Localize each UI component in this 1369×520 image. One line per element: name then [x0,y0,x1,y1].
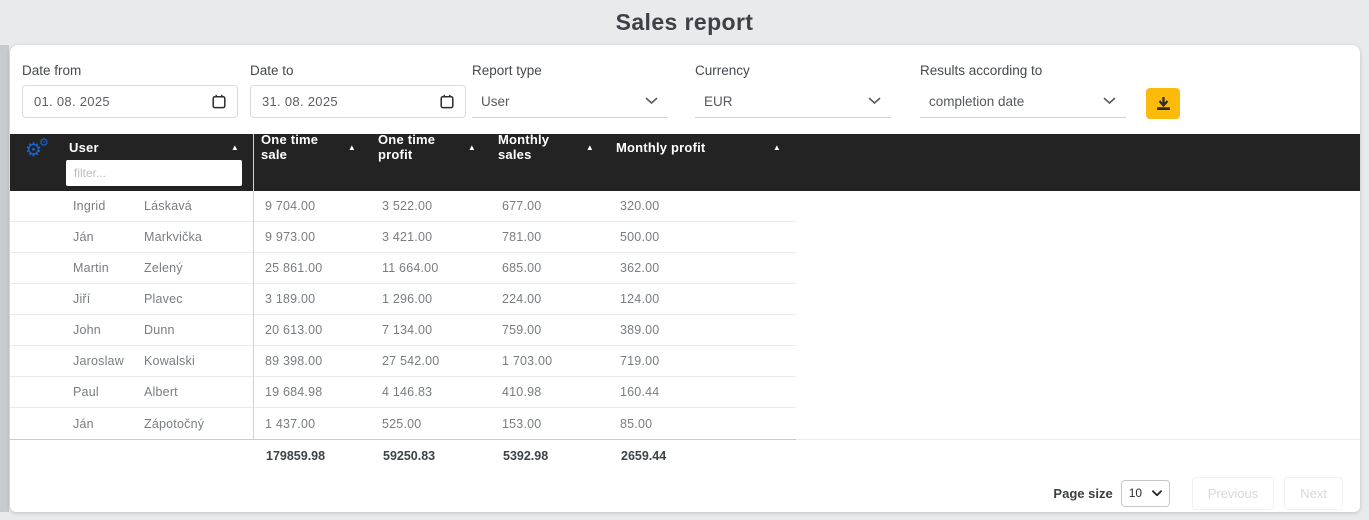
chevron-down-icon [1151,489,1162,496]
total-monthly-sales: 5392.98 [503,449,549,463]
page-size-value: 10 [1128,486,1143,500]
table-row: Jiří Plavec 3 189.00 1 296.00 224.00 124.… [10,284,796,315]
sort-asc-icon: ▲ [467,142,476,152]
user-filter-input[interactable] [66,160,242,186]
next-button[interactable]: Next [1284,476,1343,510]
report-type-label: Report type [472,63,542,78]
table-row: Ján Markvička 9 973.00 3 421.00 781.00 50… [10,222,796,253]
page-size-select[interactable]: 10 [1120,479,1170,507]
currency-label: Currency [695,63,750,78]
date-from-field: Date from 01. 08. 2025 [22,63,238,118]
header-monthly-profit[interactable]: Monthly profit ▲ [608,134,795,160]
previous-button[interactable]: Previous [1191,476,1275,510]
sort-asc-icon: ▲ [772,142,781,152]
scrollbar-strip[interactable] [0,45,9,512]
table-row: Martin Zelený 25 861.00 11 664.00 685.00 … [10,253,796,284]
date-to-input[interactable]: 31. 08. 2025 [250,85,466,118]
chevron-down-icon [645,97,658,104]
header-user[interactable]: User ▲ [66,134,253,160]
filters-bar: Date from 01. 08. 2025 Date to 31. 08. 2… [10,45,1360,134]
sort-asc-icon: ▲ [347,142,356,152]
gears-icon[interactable]: ⚙ ⚙ [25,138,49,161]
header-one-time-profit[interactable]: One time profit ▲ [370,132,490,162]
total-monthly-profit: 2659.44 [621,449,667,463]
sort-asc-icon: ▲ [585,142,594,152]
header-one-time-sale[interactable]: One time sale ▲ [253,132,370,162]
download-button[interactable] [1146,88,1180,119]
results-according-field: Results according to completion date [920,63,1126,118]
table-row: John Dunn 20 613.00 7 134.00 759.00 389.0… [10,315,796,346]
table-row: Jaroslaw Kowalski 89 398.00 27 542.00 1 7… [10,346,796,377]
table-body: Ingrid Láskavá 9 704.00 3 522.00 677.00 3… [10,191,796,440]
results-according-select[interactable]: completion date [920,85,1126,118]
table-row: Ingrid Láskavá 9 704.00 3 522.00 677.00 3… [10,191,796,222]
page-title: Sales report [615,9,754,35]
totals-row: 179859.98 59250.83 5392.98 2659.44 [10,439,1360,472]
chevron-down-icon [1103,97,1116,104]
chevron-down-icon [868,97,881,104]
date-to-value: 31. 08. 2025 [262,94,338,109]
report-type-field: Report type User [472,63,668,118]
date-to-field: Date to 31. 08. 2025 [250,63,466,118]
total-one-time-profit: 59250.83 [383,449,436,463]
column-separator [253,191,254,439]
currency-field: Currency EUR [695,63,891,118]
pagination: Page size 10 Previous Next [1053,476,1343,510]
sort-asc-icon: ▲ [230,142,239,152]
date-from-label: Date from [22,63,82,78]
date-from-value: 01. 08. 2025 [34,94,110,109]
column-separator [253,134,254,191]
report-type-value: User [481,93,510,109]
user-filter-cell [66,160,253,191]
table-row: Paul Albert 19 684.98 4 146.83 410.98 160… [10,377,796,408]
report-card: Date from 01. 08. 2025 Date to 31. 08. 2… [10,45,1360,512]
total-one-time-sale: 179859.98 [266,449,326,463]
header-monthly-sales[interactable]: Monthly sales ▲ [490,132,608,162]
page-size-label: Page size [1053,485,1113,501]
download-icon [1156,97,1170,110]
date-to-label: Date to [250,63,294,78]
table-header: ⚙ ⚙ User ▲ One time sale ▲ One time profi… [10,132,1360,191]
column-settings-cell: ⚙ ⚙ [10,134,66,191]
calendar-icon[interactable] [440,94,454,109]
currency-select[interactable]: EUR [695,85,891,118]
currency-value: EUR [704,93,733,109]
table-row: Ján Zápotočný 1 437.00 525.00 153.00 85.0… [73,416,653,431]
page-header: Sales report [0,0,1369,45]
results-according-value: completion date [929,93,1025,109]
date-from-input[interactable]: 01. 08. 2025 [22,85,238,118]
report-type-select[interactable]: User [472,85,668,118]
calendar-icon[interactable] [212,94,226,109]
results-according-label: Results according to [920,63,1043,78]
